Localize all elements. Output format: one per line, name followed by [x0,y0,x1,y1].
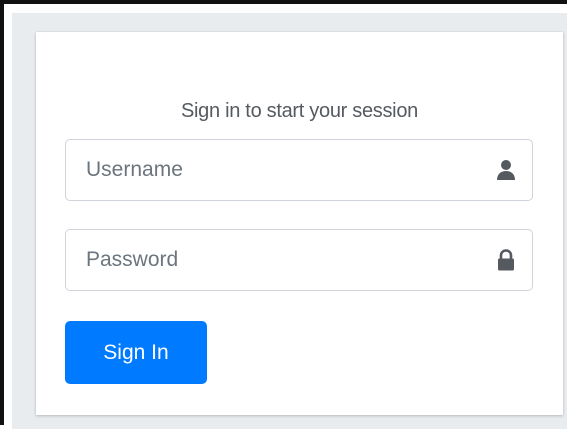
password-input-group [65,229,533,291]
username-input-group [65,139,533,201]
password-input[interactable] [66,230,476,290]
sign-in-button[interactable]: Sign In [65,321,207,384]
lock-icon [498,249,514,271]
login-card: Sign in to start your session Sign In [36,32,563,415]
window-frame: Sign in to start your session Sign In [0,0,567,429]
username-input[interactable] [66,140,476,200]
login-box-message: Sign in to start your session [181,100,418,122]
user-icon [497,160,515,180]
